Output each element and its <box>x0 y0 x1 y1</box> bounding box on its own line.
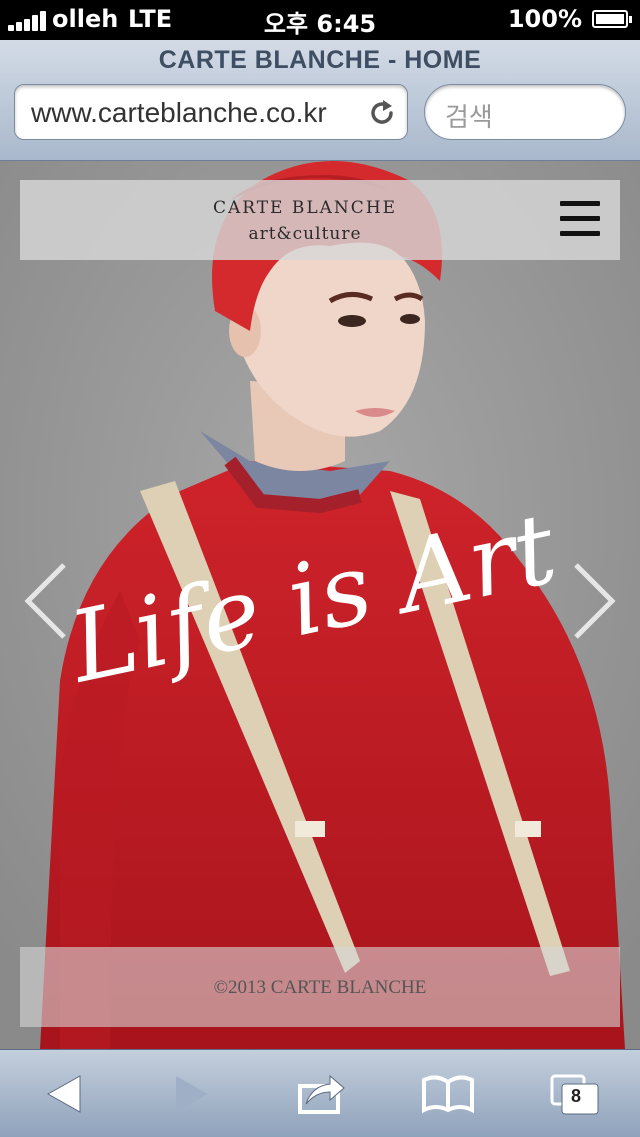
web-content: Life is Art CARTE BLANCHE art&culture ©2… <box>0 161 640 1049</box>
tab-count-badge: 8 <box>570 1086 581 1106</box>
battery-percent: 100% <box>507 5 582 33</box>
page-title: CARTE BLANCHE - HOME <box>158 46 482 74</box>
share-button[interactable] <box>256 1050 384 1137</box>
hero-image[interactable]: Life is Art <box>0 161 640 1049</box>
share-icon <box>298 1074 345 1114</box>
site-header: CARTE BLANCHE art&culture <box>20 180 620 260</box>
battery-icon <box>592 10 632 28</box>
forward-button[interactable] <box>128 1050 256 1137</box>
reload-icon[interactable] <box>367 98 397 128</box>
back-button[interactable] <box>0 1050 128 1137</box>
site-logo[interactable]: CARTE BLANCHE <box>20 198 590 218</box>
browser-chrome: CARTE BLANCHE - HOME www.carteblanche.co… <box>0 40 640 161</box>
site-tagline: art&culture <box>248 224 362 244</box>
address-bar[interactable]: www.carteblanche.co.kr <box>14 84 408 140</box>
browser-toolbar <box>0 1049 640 1137</box>
menu-icon[interactable] <box>560 201 600 237</box>
chevron-right-icon[interactable] <box>570 561 620 641</box>
search-placeholder: 검색 <box>445 103 493 133</box>
status-bar: olleh LTE 오후 6:45 100% <box>0 0 640 40</box>
bookmarks-icon <box>422 1075 474 1114</box>
back-icon <box>46 1075 81 1113</box>
chevron-left-icon[interactable] <box>20 561 70 641</box>
forward-icon <box>176 1076 208 1112</box>
url-text[interactable]: www.carteblanche.co.kr <box>31 97 327 129</box>
copyright-text: ©2013 CARTE BLANCHE <box>213 977 427 998</box>
search-field[interactable]: 검색 <box>424 84 626 140</box>
bookmarks-button[interactable] <box>384 1050 512 1137</box>
site-footer: ©2013 CARTE BLANCHE <box>20 947 620 1027</box>
